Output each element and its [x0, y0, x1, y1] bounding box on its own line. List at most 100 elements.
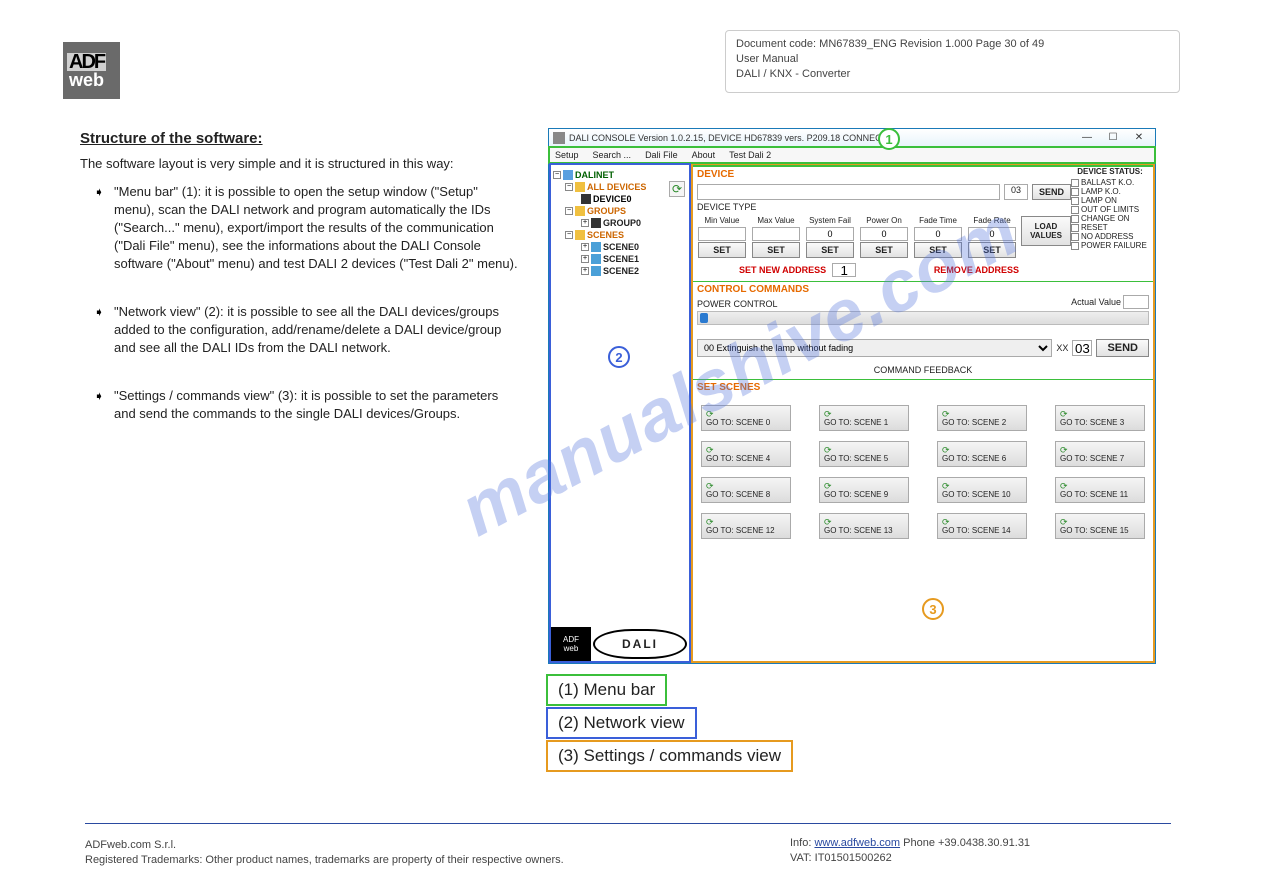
max-value-input[interactable]: [752, 227, 800, 241]
device-addr-field[interactable]: 03: [1004, 184, 1028, 200]
description-column: Structure of the software: The software …: [80, 130, 520, 453]
set-button[interactable]: SET: [698, 242, 746, 258]
scene-button[interactable]: ⟳GO TO: SCENE 5: [819, 441, 909, 467]
doc-meta-box: Document code: MN67839_ENG Revision 1.00…: [725, 30, 1180, 93]
mini-adf-logo: ADFweb: [551, 627, 591, 661]
settings-pane: DEVICE 03 SEND DEVICE TYPE Min Value SET…: [691, 163, 1155, 663]
scene-button[interactable]: ⟳GO TO: SCENE 8: [701, 477, 791, 503]
app-window: DALI CONSOLE Version 1.0.2.15, DEVICE HD…: [548, 128, 1156, 664]
dali-logo: DALI: [593, 629, 687, 659]
footer-phone: Phone +39.0438.30.91.31: [903, 837, 1030, 849]
refresh-icon: ⟳: [824, 518, 832, 526]
tree-device0[interactable]: DEVICE0: [553, 193, 687, 205]
brand-logo: ADF web: [63, 42, 120, 99]
scene-button[interactable]: ⟳GO TO: SCENE 12: [701, 513, 791, 539]
scene-button[interactable]: ⟳GO TO: SCENE 15: [1055, 513, 1145, 539]
status-checkbox: [1071, 188, 1079, 196]
scene-button[interactable]: ⟳GO TO: SCENE 7: [1055, 441, 1145, 467]
list-item: "Menu bar" (1): it is possible to open t…: [80, 183, 520, 273]
scene-button[interactable]: ⟳GO TO: SCENE 3: [1055, 405, 1145, 431]
xx-input[interactable]: [1072, 340, 1092, 356]
actual-value-input[interactable]: [1123, 295, 1149, 309]
tree-all-devices[interactable]: −ALL DEVICES: [553, 181, 687, 193]
tree-groups[interactable]: −GROUPS: [553, 205, 687, 217]
scene-button[interactable]: ⟳GO TO: SCENE 6: [937, 441, 1027, 467]
set-button[interactable]: SET: [914, 242, 962, 258]
device-select[interactable]: [697, 184, 1000, 200]
device-status-panel: DEVICE STATUS: BALLAST K.O. LAMP K.O. LA…: [1071, 167, 1149, 250]
device-send-button[interactable]: SEND: [1032, 184, 1071, 200]
tree-scenes[interactable]: −SCENES: [553, 229, 687, 241]
footer-rule: [85, 823, 1171, 824]
remove-address-label[interactable]: REMOVE ADDRESS: [934, 265, 1069, 275]
scene-button[interactable]: ⟳GO TO: SCENE 4: [701, 441, 791, 467]
control-panel: Actual Value POWER CONTROL 00 Extinguish…: [693, 297, 1153, 379]
scene-button[interactable]: ⟳GO TO: SCENE 13: [819, 513, 909, 539]
list-item: "Settings / commands view" (3): it is po…: [80, 387, 520, 423]
scene-button[interactable]: ⟳GO TO: SCENE 2: [937, 405, 1027, 431]
status-checkbox: [1071, 215, 1079, 223]
minimize-button[interactable]: —: [1075, 131, 1099, 145]
doc-meta-l3: DALI / KNX - Converter: [736, 67, 1169, 82]
section-title: Structure of the software:: [80, 130, 520, 147]
menu-dali-file[interactable]: Dali File: [645, 150, 678, 160]
scene-button[interactable]: ⟳GO TO: SCENE 0: [701, 405, 791, 431]
slider-thumb-icon[interactable]: [700, 313, 708, 323]
scene-button[interactable]: ⟳GO TO: SCENE 9: [819, 477, 909, 503]
footer-left: ADFweb.com S.r.l. Registered Trademarks:…: [85, 838, 564, 868]
power-on-input[interactable]: [860, 227, 908, 241]
refresh-icon: ⟳: [1060, 446, 1068, 454]
set-new-address-label[interactable]: SET NEW ADDRESS: [699, 265, 826, 275]
command-send-button[interactable]: SEND: [1096, 339, 1149, 357]
min-value-input[interactable]: [698, 227, 746, 241]
footer-vat: VAT: IT01501500262: [790, 852, 892, 864]
param-fade-rate: Fade Rate SET: [967, 216, 1017, 258]
status-checkbox: [1071, 206, 1079, 214]
xx-label: XX: [1056, 343, 1068, 353]
legend-network-view: (2) Network view: [546, 707, 697, 739]
menu-test-dali2[interactable]: Test Dali 2: [729, 150, 771, 160]
tree-scene0[interactable]: +SCENE0: [553, 241, 687, 253]
menu-setup[interactable]: Setup: [555, 150, 579, 160]
scene-button[interactable]: ⟳GO TO: SCENE 10: [937, 477, 1027, 503]
set-button[interactable]: SET: [860, 242, 908, 258]
param-power-on: Power On SET: [859, 216, 909, 258]
refresh-icon[interactable]: ⟳: [669, 181, 685, 197]
load-values-button[interactable]: LOAD VALUES: [1021, 216, 1071, 246]
fade-time-input[interactable]: [914, 227, 962, 241]
section-para: The software layout is very simple and i…: [80, 155, 520, 173]
scene-button[interactable]: ⟳GO TO: SCENE 11: [1055, 477, 1145, 503]
refresh-icon: ⟳: [942, 446, 950, 454]
status-checkbox: [1071, 242, 1079, 250]
refresh-icon: ⟳: [824, 482, 832, 490]
tree-scene1[interactable]: +SCENE1: [553, 253, 687, 265]
status-checkbox: [1071, 197, 1079, 205]
callout-1: 1: [878, 128, 900, 150]
tree-scene2[interactable]: +SCENE2: [553, 265, 687, 277]
scene-button[interactable]: ⟳GO TO: SCENE 1: [819, 405, 909, 431]
callout-2: 2: [608, 346, 630, 368]
maximize-button[interactable]: ☐: [1101, 131, 1125, 145]
param-max-value: Max Value SET: [751, 216, 801, 258]
command-dropdown[interactable]: 00 Extinguish the lamp without fading: [697, 339, 1052, 357]
set-button[interactable]: SET: [968, 242, 1016, 258]
actual-value-label: Actual Value: [1071, 297, 1121, 307]
set-button[interactable]: SET: [752, 242, 800, 258]
set-button[interactable]: SET: [806, 242, 854, 258]
system-fail-input[interactable]: [806, 227, 854, 241]
new-address-input[interactable]: [832, 263, 856, 277]
refresh-icon: ⟳: [824, 410, 832, 418]
scene-button[interactable]: ⟳GO TO: SCENE 14: [937, 513, 1027, 539]
list-item: "Network view" (2): it is possible to se…: [80, 303, 520, 357]
footer-website-link[interactable]: www.adfweb.com: [814, 837, 900, 849]
tree-group0[interactable]: +GROUP0: [553, 217, 687, 229]
section-list: "Menu bar" (1): it is possible to open t…: [80, 183, 520, 423]
refresh-icon: ⟳: [706, 410, 714, 418]
tree-root[interactable]: −DALINET: [553, 169, 687, 181]
actual-value-group: Actual Value: [1071, 295, 1149, 309]
fade-rate-input[interactable]: [968, 227, 1016, 241]
close-button[interactable]: ✕: [1127, 131, 1151, 145]
menu-about[interactable]: About: [692, 150, 716, 160]
menu-search[interactable]: Search ...: [593, 150, 632, 160]
power-slider[interactable]: [697, 311, 1149, 325]
